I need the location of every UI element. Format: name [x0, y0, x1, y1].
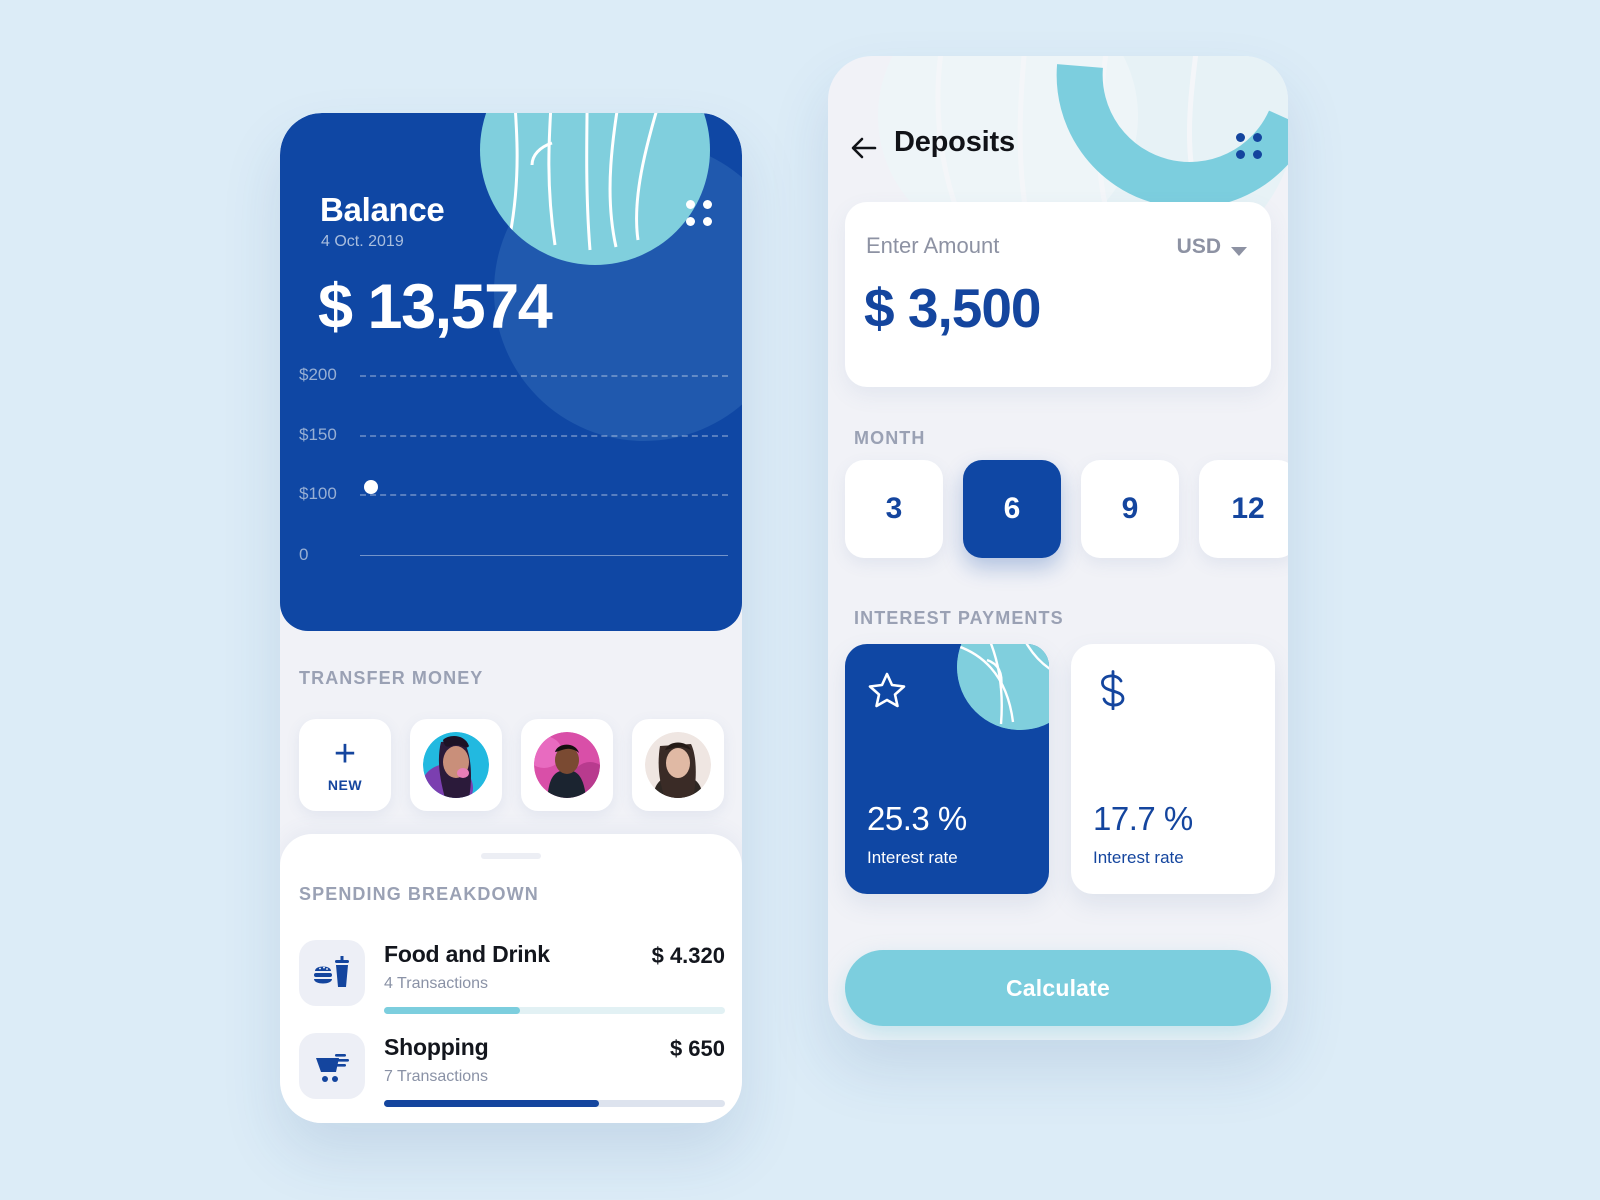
chart-tick-label: $150	[299, 425, 337, 444]
month-option-6[interactable]: 6	[963, 460, 1061, 558]
grid-menu-icon[interactable]	[1236, 133, 1262, 159]
drag-handle[interactable]	[481, 853, 541, 859]
spending-transactions: 4 Transactions	[384, 975, 489, 992]
new-label: NEW	[327, 777, 363, 793]
chevron-down-icon[interactable]	[1231, 247, 1247, 256]
interest-rate-value: 17.7 %	[1093, 800, 1193, 837]
progress-fill	[384, 1100, 599, 1107]
chart-gridline	[360, 494, 728, 496]
avatar	[534, 732, 600, 798]
progress-bar	[384, 1007, 725, 1014]
add-new-contact-button[interactable]: + NEW	[299, 719, 391, 811]
interest-cards-row: 25.3 % Interest rate 17.7 % Interest rat…	[845, 644, 1275, 894]
amount-input-card[interactable]: Enter Amount USD $ 3,500	[845, 202, 1271, 387]
balance-phone-screen: Balance 4 Oct. 2019 $ 13,574 $200 $150 $…	[280, 113, 742, 1123]
chart-gridline	[360, 375, 728, 377]
month-option-12[interactable]: 12	[1199, 460, 1288, 558]
star-icon	[867, 670, 907, 715]
balance-date: 4 Oct. 2019	[321, 233, 404, 250]
contact-card[interactable]	[632, 719, 724, 811]
decorative-circle-teal	[957, 644, 1049, 730]
plus-icon: +	[333, 733, 357, 775]
spending-transactions: 7 Transactions	[384, 1068, 489, 1085]
month-option-9[interactable]: 9	[1081, 460, 1179, 558]
interest-payments-label: INTEREST PAYMENTS	[854, 608, 1064, 628]
spending-breakdown-label: SPENDING BREAKDOWN	[299, 884, 539, 904]
list-item[interactable]: Food and Drink $ 4.320 4 Transactions	[299, 934, 725, 1022]
spending-amount: $ 4.320	[651, 943, 725, 968]
spending-category-name: Food and Drink	[384, 941, 550, 967]
deposits-phone-screen: Deposits Enter Amount USD $ 3,500 MONTH …	[828, 56, 1288, 1040]
avatar	[645, 732, 711, 798]
grid-menu-icon[interactable]	[686, 200, 712, 226]
calculate-button[interactable]: Calculate	[845, 950, 1271, 1026]
transfer-money-label: TRANSFER MONEY	[299, 668, 484, 688]
contact-card[interactable]	[521, 719, 613, 811]
spending-breakdown-card: SPENDING BREAKDOWN Food and Drink $ 4.32…	[280, 834, 742, 1123]
transfer-contacts-row: + NEW	[299, 719, 724, 811]
contact-card[interactable]	[410, 719, 502, 811]
spending-category-name: Shopping	[384, 1034, 489, 1060]
shopping-cart-icon	[299, 1033, 365, 1099]
dollar-icon	[1093, 670, 1133, 715]
interest-rate-label: Interest rate	[867, 848, 958, 867]
app-header: Deposits	[828, 124, 1288, 174]
interest-rate-value: 25.3 %	[867, 800, 967, 837]
decorative-circle-teal	[480, 113, 710, 265]
interest-card-selected[interactable]: 25.3 % Interest rate	[845, 644, 1049, 894]
chart-data-point	[364, 480, 378, 494]
burger-drink-icon	[299, 940, 365, 1006]
chart-baseline	[360, 555, 728, 556]
progress-bar	[384, 1100, 725, 1107]
spending-amount: $ 650	[669, 1036, 725, 1061]
month-section-label: MONTH	[854, 428, 926, 448]
page-title: Deposits	[894, 126, 1015, 158]
list-item[interactable]: Shopping $ 650 7 Transactions	[299, 1027, 725, 1115]
balance-amount: $ 13,574	[318, 272, 553, 342]
interest-rate-label: Interest rate	[1093, 848, 1184, 867]
chart-tick-label: 0	[299, 545, 309, 564]
chart-tick-label: $100	[299, 484, 337, 503]
balance-title: Balance	[320, 191, 445, 228]
month-option-3[interactable]: 3	[845, 460, 943, 558]
chart-tick-label: $200	[299, 365, 337, 384]
chart-gridline	[360, 435, 728, 437]
avatar	[423, 732, 489, 798]
transfer-money-section: TRANSFER MONEY + NEW	[280, 631, 742, 844]
balance-card: Balance 4 Oct. 2019 $ 13,574 $200 $150 $…	[280, 113, 742, 631]
balance-chart: $200 $150 $100 0	[280, 365, 742, 595]
interest-card[interactable]: 17.7 % Interest rate	[1071, 644, 1275, 894]
currency-selector[interactable]: USD	[1177, 235, 1221, 259]
progress-fill	[384, 1007, 521, 1014]
enter-amount-label: Enter Amount	[866, 233, 1000, 258]
month-selector: 3 6 9 12	[845, 460, 1288, 558]
back-arrow-icon[interactable]	[846, 130, 882, 166]
amount-value: $ 3,500	[864, 277, 1042, 339]
